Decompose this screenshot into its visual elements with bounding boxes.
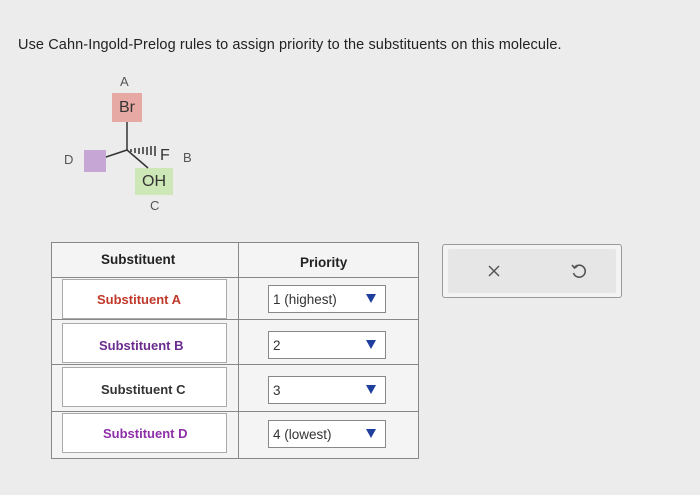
priority-c-value: 3 [273, 383, 281, 398]
substituent-cell-c: Substituent C [62, 367, 227, 407]
priority-b-value: 2 [273, 338, 281, 353]
dropdown-arrow-icon [366, 385, 376, 394]
substituent-d-label: Substituent D [103, 426, 188, 441]
dropdown-arrow-icon [366, 429, 376, 438]
dropdown-arrow-icon [366, 294, 376, 303]
priority-select-c[interactable]: 3 [268, 376, 386, 404]
dropdown-arrow-icon [366, 340, 376, 349]
action-panel-inner [448, 249, 616, 293]
row-divider [52, 319, 418, 320]
bond-oh [126, 149, 149, 169]
action-panel [442, 244, 622, 298]
substituent-cell-b: Substituent B [62, 323, 227, 363]
header-divider [238, 243, 239, 278]
substituent-cell-a: Substituent A [62, 279, 227, 319]
close-icon[interactable] [485, 262, 503, 280]
molecule-bonds [105, 122, 156, 169]
substituent-b-label: Substituent B [99, 338, 184, 353]
priority-a-value: 1 (highest) [273, 292, 337, 307]
molecule-drawing: A Br D B F OH C [0, 0, 300, 230]
priority-select-d[interactable]: 4 (lowest) [268, 420, 386, 448]
substituent-a-label: Substituent A [97, 292, 182, 307]
header-substituent: Substituent [101, 252, 176, 267]
header-row-line [52, 277, 418, 278]
header-priority: Priority [300, 255, 348, 270]
row-divider [52, 411, 418, 412]
priority-d-value: 4 (lowest) [273, 427, 332, 442]
bond-d [105, 149, 128, 158]
substituent-c-label: Substituent C [101, 382, 186, 397]
priority-select-a[interactable]: 1 (highest) [268, 285, 386, 313]
row-divider [52, 364, 418, 365]
undo-icon[interactable] [569, 261, 589, 281]
priority-select-b[interactable]: 2 [268, 331, 386, 359]
substituent-cell-d: Substituent D [62, 413, 227, 453]
hashed-wedge-f [130, 146, 156, 156]
column-divider [238, 278, 239, 459]
priority-table: Substituent Priority Substituent A 1 (hi… [51, 242, 419, 459]
